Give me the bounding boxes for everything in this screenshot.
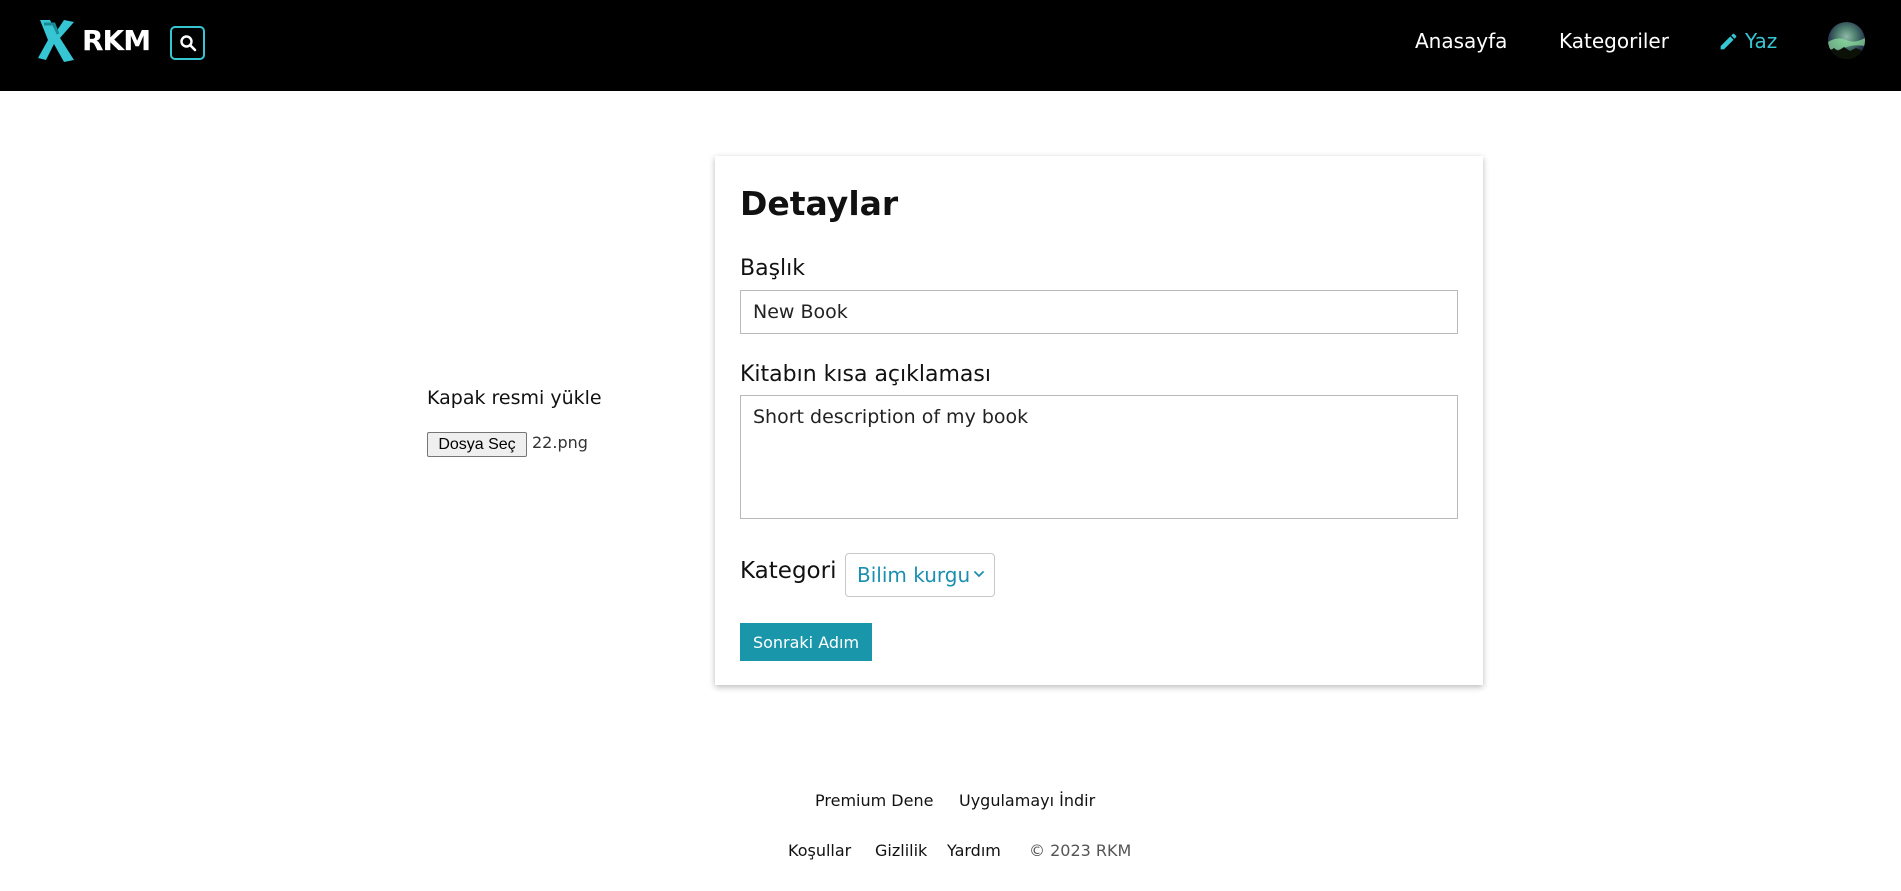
search-button[interactable]	[170, 26, 205, 60]
description-label: Kitabın kısa açıklaması	[740, 362, 991, 387]
nav-categories-link[interactable]: Kategoriler	[1559, 29, 1669, 53]
category-label: Kategori	[740, 558, 837, 584]
footer-help-link[interactable]: Yardım	[947, 841, 1001, 860]
footer-download-app-link[interactable]: Uygulamayı İndir	[959, 791, 1095, 810]
title-input[interactable]	[740, 290, 1458, 334]
logo-text: RKM	[82, 23, 151, 57]
rkm-logo-icon	[38, 20, 74, 62]
category-select[interactable]: Bilim kurgu	[845, 553, 995, 597]
selected-file-name: 22.png	[532, 433, 588, 452]
title-label: Başlık	[740, 256, 806, 281]
nav-write-label: Yaz	[1745, 29, 1778, 53]
logo[interactable]: RKM	[34, 16, 151, 64]
footer-copyright: © 2023 RKM	[1029, 841, 1132, 860]
pencil-icon	[1720, 33, 1737, 49]
nav-write-link[interactable]: Yaz	[1718, 29, 1777, 53]
top-navbar: RKM Anasayfa Kategoriler Yaz	[0, 0, 1901, 91]
avatar-image	[1828, 38, 1865, 59]
description-textarea[interactable]: Short description of my book	[740, 395, 1458, 519]
avatar[interactable]	[1828, 22, 1865, 59]
footer-premium-link[interactable]: Premium Dene	[815, 791, 933, 810]
cover-upload-label: Kapak resmi yükle	[427, 387, 602, 409]
search-icon	[179, 35, 196, 52]
choose-file-button[interactable]: Dosya Seç	[427, 432, 527, 457]
footer-privacy-link[interactable]: Gizlilik	[875, 841, 927, 860]
category-selected-value: Bilim kurgu	[857, 563, 971, 587]
chevron-down-icon	[974, 571, 984, 578]
next-step-button[interactable]: Sonraki Adım	[740, 623, 872, 661]
details-card: Detaylar Başlık Kitabın kısa açıklaması …	[715, 156, 1483, 685]
page-title: Detaylar	[740, 184, 899, 223]
footer-terms-link[interactable]: Koşullar	[788, 841, 851, 860]
nav-home-link[interactable]: Anasayfa	[1415, 29, 1507, 53]
